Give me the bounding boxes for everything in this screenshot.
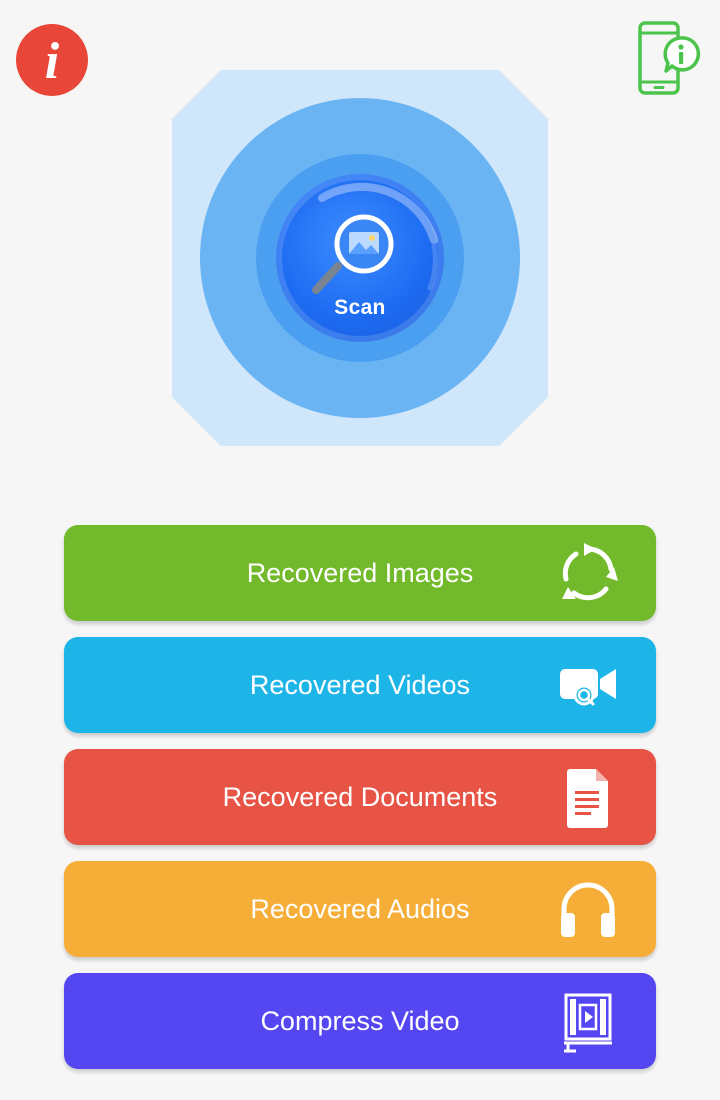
recovered-audios-button[interactable]: Recovered Audios [64,861,656,957]
info-icon: i [44,33,60,90]
document-icon [567,769,608,828]
info-button[interactable]: i [16,24,88,96]
scan-panel: Scan [172,70,548,446]
video-camera-search-icon [560,669,616,706]
scan-label: Scan [334,296,386,319]
recovered-images-button[interactable]: Recovered Images [64,525,656,621]
recovered-documents-button[interactable]: Recovered Documents [64,749,656,845]
compress-video-button[interactable]: Compress Video [64,973,656,1069]
recovered-videos-button[interactable]: Recovered Videos [64,637,656,733]
refresh-cycle-icon [562,543,618,601]
phone-info-icon [638,21,701,95]
compress-film-icon [564,993,612,1053]
headphones-icon [561,882,615,937]
magnifier-image-icon [312,214,394,294]
device-info-button[interactable] [636,20,702,98]
